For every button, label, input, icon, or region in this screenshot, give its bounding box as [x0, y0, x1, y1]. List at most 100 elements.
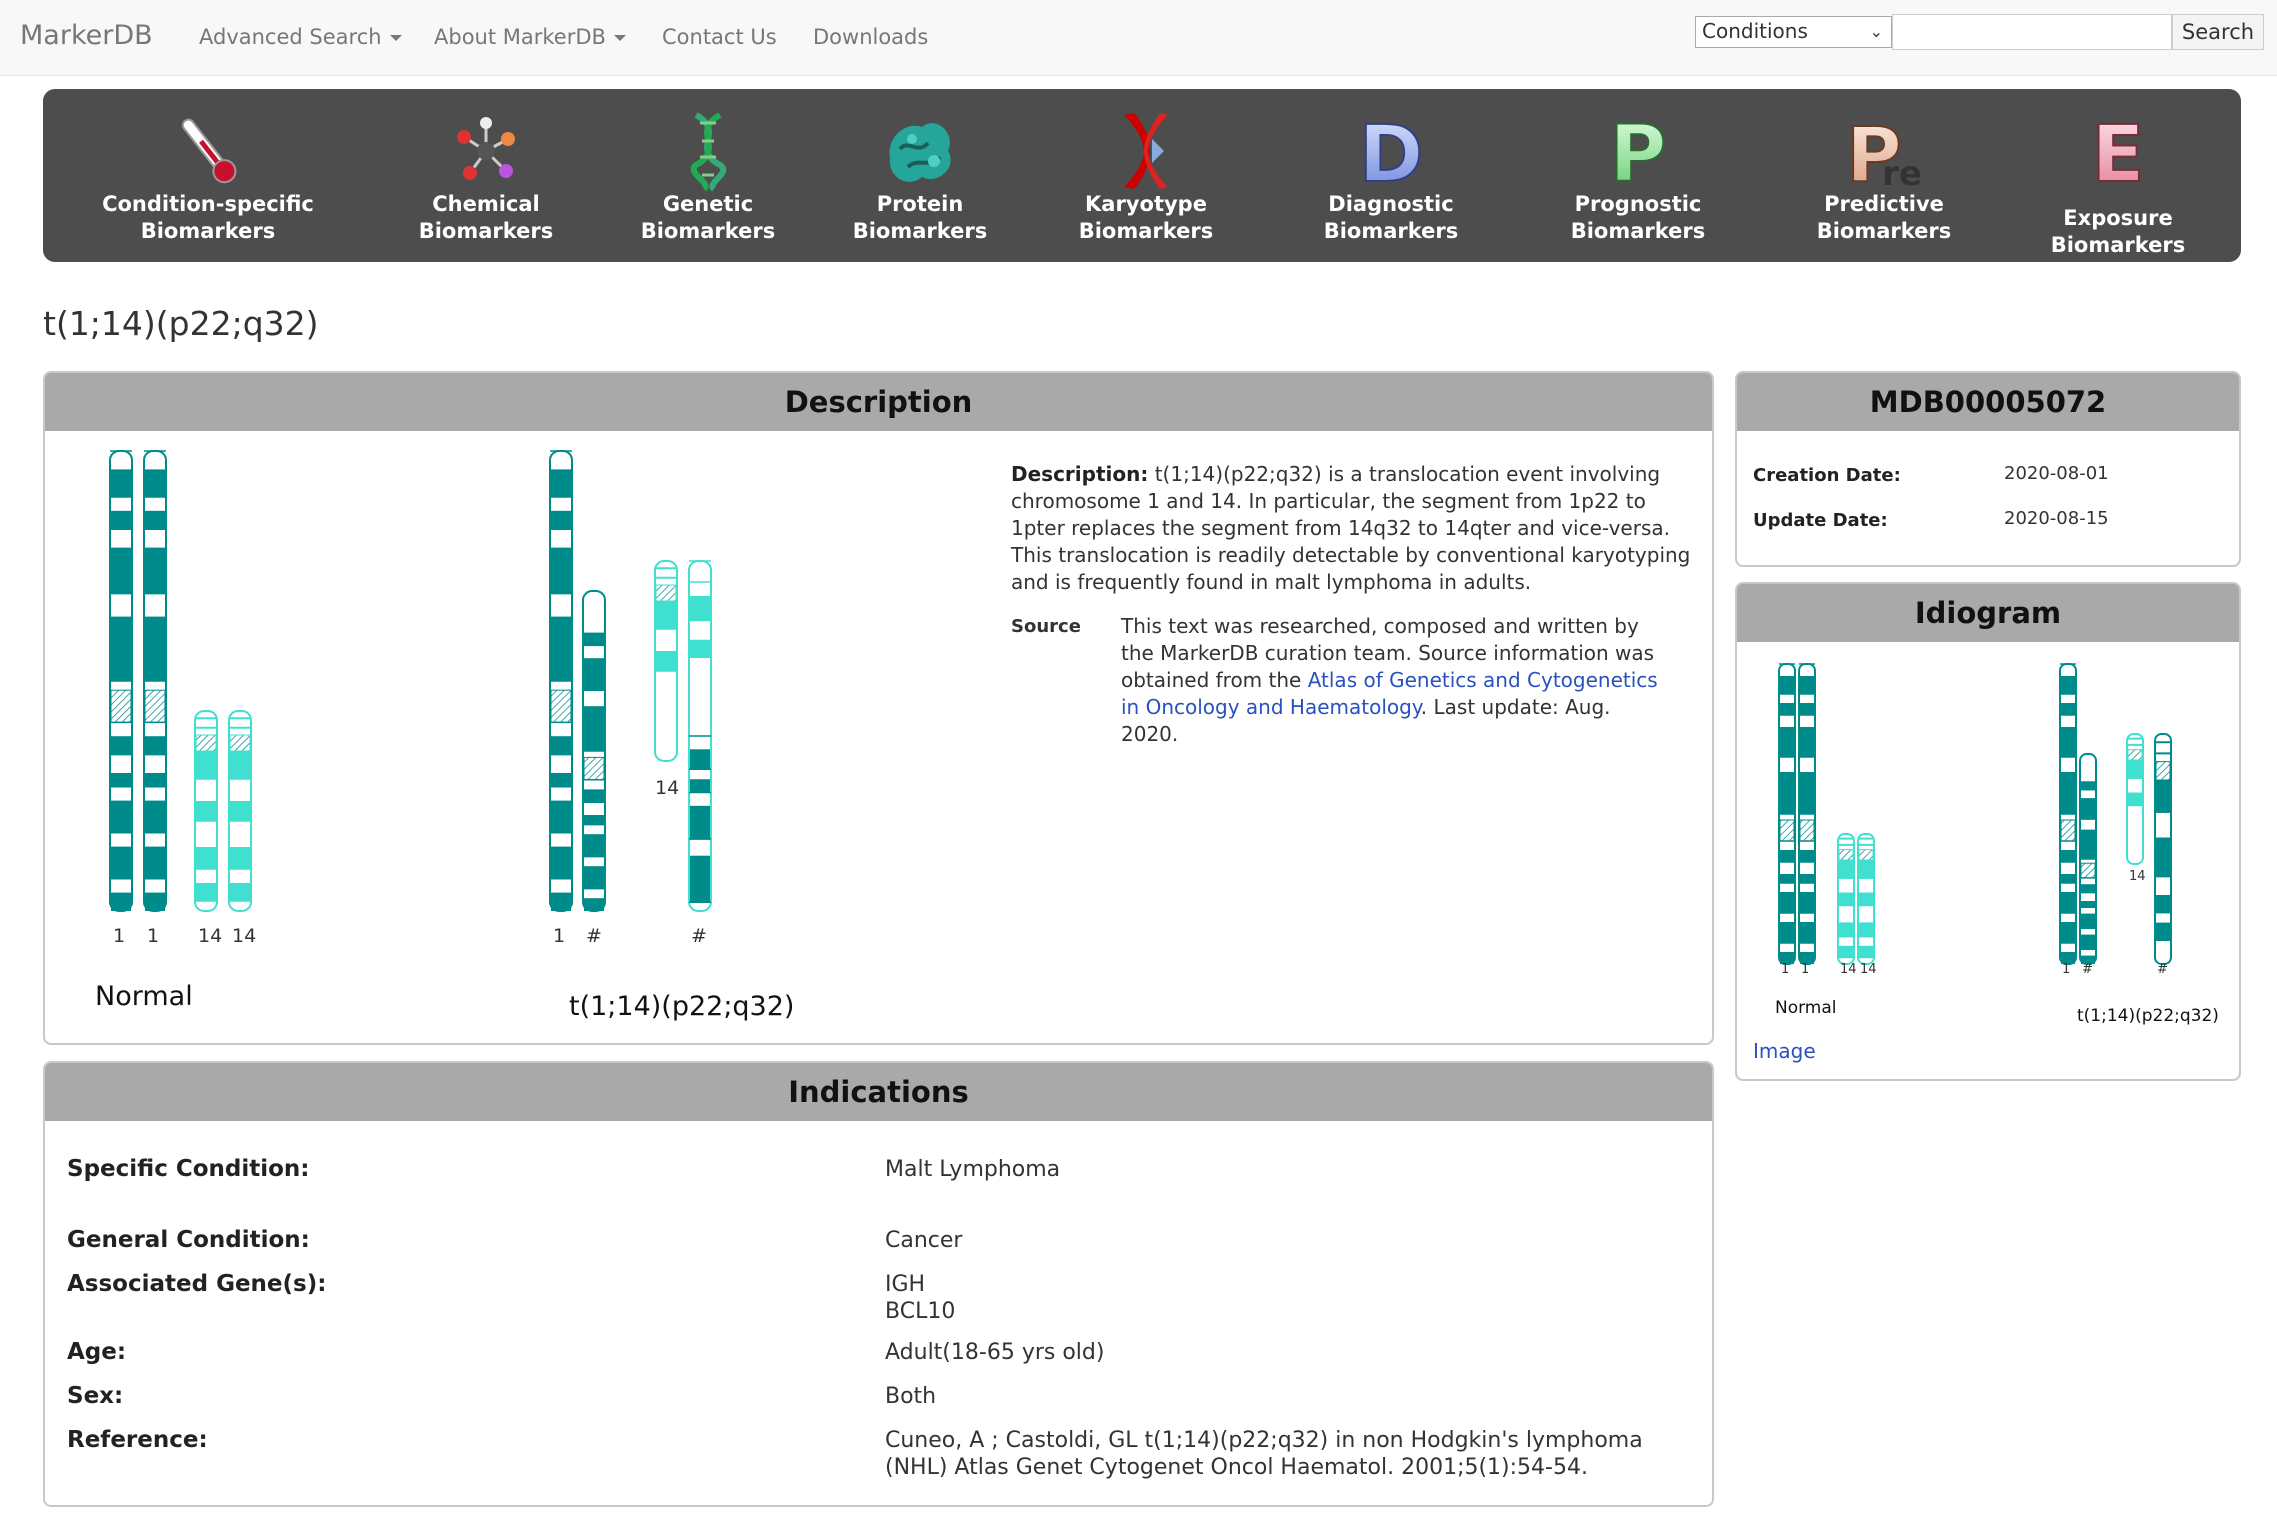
letter-p-icon: P [1596, 109, 1680, 201]
category-diagnostic-line2: Biomarkers [1323, 219, 1459, 243]
general-condition-link[interactable]: Cancer [885, 1227, 962, 1254]
chromosome-14-abnormal [654, 560, 678, 762]
category-exposure[interactable]: E Exposure Biomarkers [1998, 109, 2238, 259]
gene-link-igh[interactable]: IGH [885, 1271, 925, 1298]
creation-date-label: Creation Date: [1753, 465, 1901, 486]
normal-label-1b: 1 [147, 925, 160, 947]
category-banner: Condition-specific Biomarkers Chemical Bio… [43, 89, 2241, 262]
category-prognostic[interactable]: P Prognostic Biomarkers [1508, 109, 1768, 245]
reference-label: Reference: [67, 1427, 208, 1453]
idiogram-thumbnail[interactable] [1737, 654, 2239, 1004]
category-predictive-line2: Biomarkers [1816, 219, 1952, 243]
karyotype-diagram [109, 450, 712, 912]
chromosome-14-derivative [688, 560, 712, 912]
category-condition-specific-line2: Biomarkers [140, 219, 276, 243]
reference-value: Cuneo, A ; Castoldi, GL t(1;14)(p22;q32)… [885, 1428, 1643, 1480]
record-id-panel: MDB00005072 Creation Date: 2020-08-01 Up… [1735, 371, 2241, 567]
idio-chromosome-1-b [1798, 663, 1816, 965]
normal-label-14a: 14 [198, 925, 223, 947]
search-category-value: Conditions [1702, 19, 1808, 43]
search-button[interactable]: Search [2172, 14, 2264, 50]
caret-down-icon [613, 35, 626, 41]
category-protein-line1: Protein [876, 192, 964, 216]
letter-d-icon: D [1349, 109, 1433, 201]
category-chemical-line1: Chemical [432, 192, 540, 216]
description-panel: Description 1 1 14 14 Normal 1 # 14 # t(… [43, 371, 1714, 1045]
category-diagnostic[interactable]: D Diagnostic Biomarkers [1261, 109, 1521, 245]
description-label: Description: [1011, 462, 1149, 486]
general-condition-label: General Condition: [67, 1227, 310, 1253]
protein-icon [878, 109, 962, 193]
category-predictive[interactable]: P re Predictive Biomarkers [1754, 109, 2014, 245]
chevron-down-icon: ⌄ [1869, 22, 1883, 41]
search-input[interactable] [1892, 14, 2172, 50]
category-exposure-line1: Exposure Biomarkers [2050, 206, 2186, 257]
normal-label-14b: 14 [232, 925, 257, 947]
category-karyotype[interactable]: Karyotype Biomarkers [1016, 109, 1276, 245]
idio-chromosome-14-abnormal [2126, 733, 2144, 865]
idiogram-panel: Idiogram 1 1 14 14 Normal 1 # 14 # t(1;1… [1735, 582, 2241, 1081]
idio-chromosome-14-a [1837, 833, 1855, 965]
idiogram-image-link[interactable]: Image [1753, 1039, 1816, 1063]
specific-condition-link[interactable]: Malt Lymphoma [885, 1156, 1060, 1183]
nav-about[interactable]: About MarkerDB [434, 25, 626, 49]
idio-normal-label-14b: 14 [1860, 962, 1877, 977]
brand-link[interactable]: MarkerDB [20, 20, 153, 51]
abnormal-label-der14: # [691, 925, 707, 947]
category-chemical[interactable]: Chemical Biomarkers [356, 109, 616, 245]
creation-date-value: 2020-08-01 [2004, 463, 2109, 484]
category-karyotype-line1: Karyotype [1085, 192, 1207, 216]
abnormal-label-der1: # [586, 925, 602, 947]
search-category-select[interactable]: Conditions ⌄ [1695, 16, 1892, 48]
source-label: Source [1011, 616, 1081, 637]
idio-abnormal-label-1: 1 [2062, 962, 2071, 977]
idiogram-heading: Idiogram [1737, 584, 2239, 642]
age-label: Age: [67, 1339, 127, 1365]
dna-icon [666, 109, 750, 193]
chromosome-14-normal-b [228, 710, 252, 912]
description-text: Description: t(1;14)(p22;q32) is a trans… [1011, 461, 1701, 596]
record-id: MDB00005072 [1737, 373, 2239, 431]
specific-condition-label: Specific Condition: [67, 1156, 310, 1182]
category-karyotype-line2: Biomarkers [1078, 219, 1214, 243]
nav-about-label: About MarkerDB [434, 25, 606, 49]
svg-text:E: E [2091, 110, 2144, 193]
nav-advanced-search-label: Advanced Search [199, 25, 382, 49]
category-diagnostic-line1: Diagnostic [1328, 192, 1454, 216]
idio-normal-label-14a: 14 [1840, 962, 1857, 977]
chromosome-1-derivative [582, 590, 606, 912]
category-protein[interactable]: Protein Biomarkers [790, 109, 1050, 245]
idio-abnormal-label-der14: # [2157, 962, 2168, 977]
abnormal-label-14: 14 [655, 777, 680, 799]
idio-chromosome-1-derivative [2079, 753, 2097, 965]
category-prognostic-line1: Prognostic [1574, 192, 1702, 216]
category-condition-specific[interactable]: Condition-specific Biomarkers [78, 109, 338, 245]
svg-text:P: P [1609, 110, 1666, 193]
category-prognostic-line2: Biomarkers [1570, 219, 1706, 243]
sex-label: Sex: [67, 1383, 124, 1409]
gene-link-bcl10[interactable]: BCL10 [885, 1298, 955, 1325]
associated-genes-label: Associated Gene(s): [67, 1271, 327, 1297]
idio-chromosome-14-derivative [2154, 733, 2172, 965]
abnormal-caption: t(1;14)(p22;q32) [569, 991, 795, 1022]
update-date-value: 2020-08-15 [2004, 508, 2109, 529]
page-title: t(1;14)(p22;q32) [43, 304, 319, 343]
source-text: This text was researched, composed and w… [1121, 613, 1671, 748]
nav-downloads[interactable]: Downloads [813, 25, 928, 49]
letter-e-icon: E [2076, 109, 2160, 201]
nav-advanced-search[interactable]: Advanced Search [199, 25, 402, 49]
normal-caption: Normal [95, 981, 193, 1012]
letters-pre-icon: P re [1842, 109, 1926, 200]
category-chemical-line2: Biomarkers [418, 219, 554, 243]
nav-contact[interactable]: Contact Us [662, 25, 777, 49]
chromosome-1-normal-a [109, 450, 133, 912]
indications-panel: Indications Specific Condition: Malt Lym… [43, 1061, 1714, 1507]
category-condition-specific-line1: Condition-specific [102, 192, 314, 216]
update-date-label: Update Date: [1753, 510, 1888, 531]
category-protein-line2: Biomarkers [852, 219, 988, 243]
idio-normal-label-1b: 1 [1801, 962, 1810, 977]
idio-chromosome-14-b [1857, 833, 1875, 965]
thermometer-icon [166, 109, 250, 193]
chromosome-icon [1104, 109, 1188, 193]
chromosome-14-normal-a [194, 710, 218, 912]
